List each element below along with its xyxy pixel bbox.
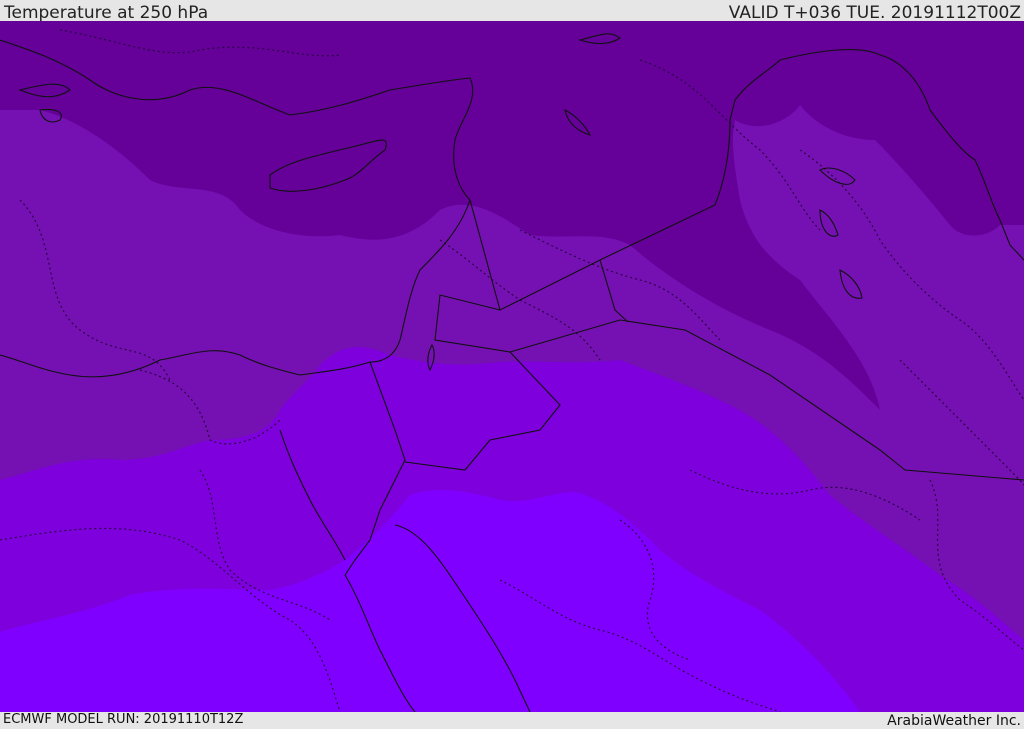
brand-label: ArabiaWeather Inc.: [887, 713, 1021, 729]
map-footer: ECMWF MODEL RUN: 20191110T12Z ArabiaWeat…: [0, 712, 1024, 729]
map-header: Temperature at 250 hPa VALID T+036 TUE. …: [0, 0, 1024, 23]
map-canvas: [0, 21, 1024, 712]
temperature-map: [0, 21, 1024, 712]
model-run-label: ECMWF MODEL RUN: 20191110T12Z: [3, 712, 244, 727]
valid-time-label: VALID T+036 TUE. 20191112T00Z: [728, 3, 1021, 23]
map-title: Temperature at 250 hPa: [4, 3, 209, 23]
